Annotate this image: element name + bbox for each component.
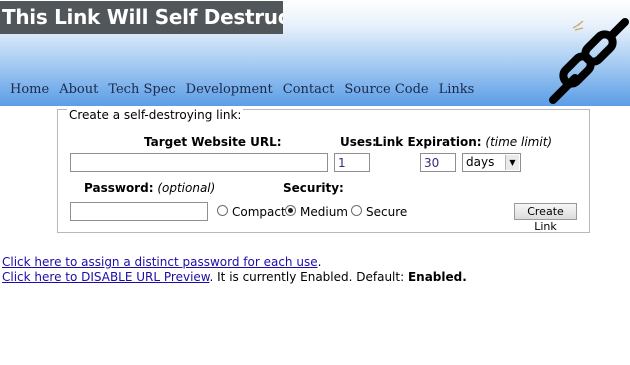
nav-development[interactable]: Development	[186, 82, 273, 102]
security-medium-label: Medium	[300, 205, 348, 219]
preview-default-value: Enabled.	[407, 270, 467, 284]
nav-about[interactable]: About	[59, 82, 98, 102]
target-url-input[interactable]	[70, 153, 328, 172]
nav-source-code[interactable]: Source Code	[344, 82, 428, 102]
security-compact-label: Compact	[232, 205, 286, 219]
distinct-password-line: Click here to assign a distinct password…	[2, 255, 322, 269]
password-input[interactable]	[70, 202, 208, 221]
security-label: Security:	[283, 181, 344, 195]
disable-preview-link[interactable]: Click here to DISABLE URL Preview	[2, 270, 210, 284]
expiration-label: Link Expiration: (time limit)	[375, 135, 553, 149]
security-medium-radio[interactable]	[285, 205, 296, 216]
main-nav: Home About Tech Spec Development Contact…	[10, 82, 484, 102]
security-secure-label: Secure	[366, 205, 408, 219]
uses-input[interactable]	[334, 153, 370, 172]
nav-home[interactable]: Home	[10, 82, 49, 102]
nav-tech-spec[interactable]: Tech Spec	[108, 82, 175, 102]
site-title: This Link Will Self Destruct	[0, 1, 283, 34]
header-banner: This Link Will Self Destruct Home About …	[0, 0, 630, 106]
security-secure-radio[interactable]	[351, 205, 362, 216]
expiration-hint: (time limit)	[485, 135, 553, 149]
create-link-button[interactable]: Create Link	[514, 203, 577, 233]
nav-contact[interactable]: Contact	[283, 82, 335, 102]
form-legend: Create a self-destroying link:	[67, 108, 244, 122]
nav-links[interactable]: Links	[439, 82, 475, 102]
security-compact-radio[interactable]	[217, 205, 228, 216]
distinct-password-link[interactable]: Click here to assign a distinct password…	[2, 255, 318, 269]
chevron-down-icon: ▼	[505, 155, 519, 170]
password-hint: (optional)	[157, 181, 216, 195]
password-label: Password: (optional)	[84, 181, 216, 195]
expiration-input[interactable]	[420, 153, 456, 172]
broken-chain-logo	[549, 18, 629, 104]
url-label: Target Website URL:	[144, 135, 282, 149]
expiration-unit-select[interactable]: days ▼	[462, 153, 521, 172]
expiration-unit-value: days	[466, 155, 495, 169]
url-preview-line: Click here to DISABLE URL Preview. It is…	[2, 270, 467, 284]
uses-label: Uses:	[340, 135, 377, 149]
preview-status-text: . It is currently Enabled. Default:	[209, 270, 408, 284]
radio-selected-dot	[288, 208, 293, 213]
